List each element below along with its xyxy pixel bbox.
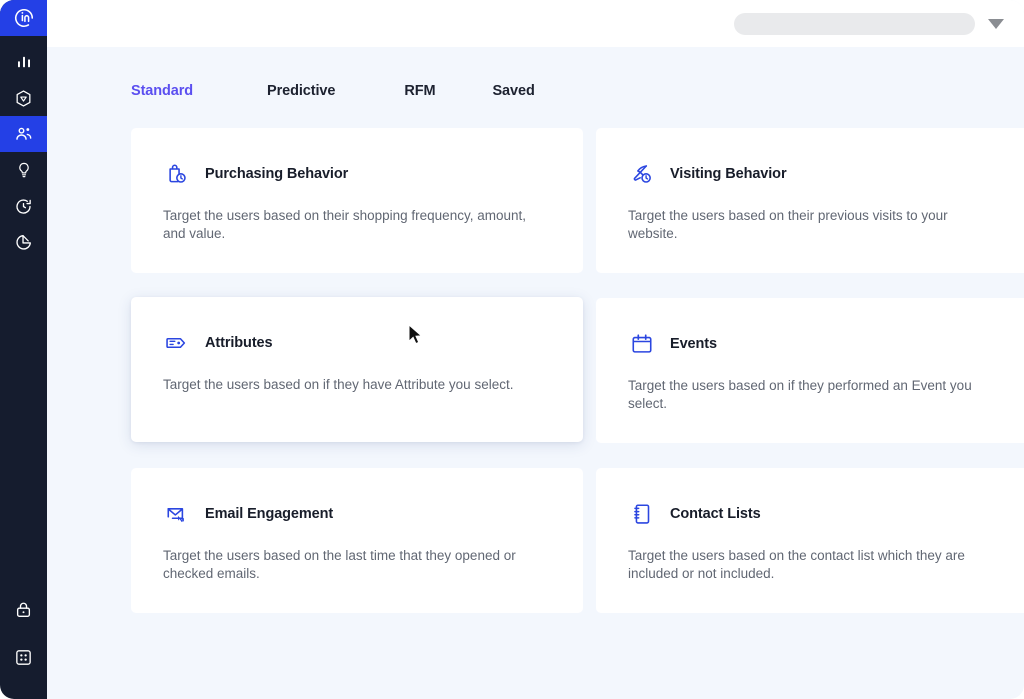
card-description: Target the users based on if they have A… [163,376,535,394]
main-area: Standard Predictive RFM Saved [47,0,1024,699]
card-header: Events [628,330,1016,358]
card-title: Visiting Behavior [670,166,786,182]
pie-chart-icon [14,233,33,252]
tag-lines-icon [163,329,191,357]
sidebar-item-automation[interactable] [0,188,47,224]
segment-type-grid: Purchasing Behavior Target the users bas… [47,128,1024,613]
notebook-icon [628,500,656,528]
sidebar-item-campaigns[interactable] [0,80,47,116]
sidebar-item-insights[interactable] [0,152,47,188]
top-bar [47,0,1024,47]
tab-saved[interactable]: Saved [492,83,534,99]
sidebar-item-reports[interactable] [0,224,47,260]
sidebar-bottom-group [0,585,47,699]
card-attributes[interactable]: Attributes Target the users based on if … [131,297,583,442]
card-header: Visiting Behavior [628,160,1016,188]
search-input[interactable] [734,13,975,35]
people-icon [14,124,34,144]
tab-rfm[interactable]: RFM [404,83,435,99]
card-description: Target the users based on the last time … [163,547,535,583]
card-purchasing-behavior[interactable]: Purchasing Behavior Target the users bas… [131,128,583,273]
card-description: Target the users based on if they perfor… [628,377,1000,413]
card-header: Attributes [163,329,551,357]
card-visiting-behavior[interactable]: Visiting Behavior Target the users based… [596,128,1024,273]
card-title: Attributes [205,335,272,351]
segment-tabs: Standard Predictive RFM Saved [47,47,1024,99]
envelope-cursor-icon [163,500,191,528]
lock-icon [14,600,33,619]
card-title: Purchasing Behavior [205,166,348,182]
card-email-engagement[interactable]: Email Engagement Target the users based … [131,468,583,613]
card-header: Contact Lists [628,500,1016,528]
card-description: Target the users based on the contact li… [628,547,1000,583]
card-events[interactable]: Events Target the users based on if they… [596,298,1024,443]
sidebar [0,0,47,699]
card-title: Email Engagement [205,506,333,522]
in-logo-icon [13,7,35,29]
sidebar-item-apps[interactable] [0,633,47,681]
card-contact-lists[interactable]: Contact Lists Target the users based on … [596,468,1024,613]
app-window: Standard Predictive RFM Saved [0,0,1024,699]
grid-apps-icon [14,648,33,667]
card-description: Target the users based on their previous… [628,207,1000,243]
shopping-bag-clock-icon [163,160,191,188]
app-logo[interactable] [0,0,47,36]
sidebar-item-security[interactable] [0,585,47,633]
clock-arrow-icon [14,197,33,216]
sidebar-item-audience[interactable] [0,116,47,152]
card-header: Purchasing Behavior [163,160,551,188]
card-description: Target the users based on their shopping… [163,207,535,243]
bar-chart-icon [15,53,33,71]
lightbulb-icon [15,161,33,179]
card-title: Events [670,336,717,352]
cursor-clock-icon [628,160,656,188]
sidebar-spacer [0,36,47,44]
hexagon-target-icon [14,89,33,108]
tab-predictive[interactable]: Predictive [267,83,335,99]
calendar-icon [628,330,656,358]
tab-standard[interactable]: Standard [131,83,193,99]
card-header: Email Engagement [163,500,551,528]
sidebar-item-analytics[interactable] [0,44,47,80]
caret-down-icon[interactable] [988,19,1004,29]
card-title: Contact Lists [670,506,761,522]
